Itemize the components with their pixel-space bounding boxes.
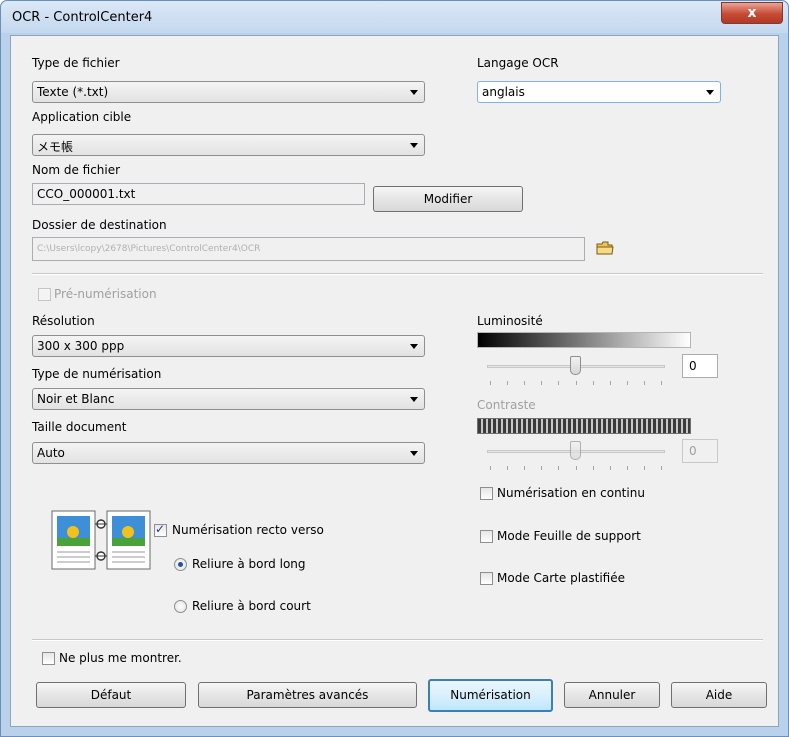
destination-field: C:\Users\lcopy\2678\Pictures\ControlCent… <box>32 237 585 261</box>
brightness-slider-thumb[interactable] <box>570 356 581 375</box>
ocr-language-select[interactable]: anglais <box>477 81 721 103</box>
resolution-label: Résolution <box>32 314 95 328</box>
chevron-down-icon <box>706 90 714 95</box>
dont-show-again-checkbox[interactable] <box>42 652 55 665</box>
target-app-label: Application cible <box>32 110 132 124</box>
resolution-value: 300 x 300 ppp <box>37 339 125 353</box>
doc-size-select[interactable]: Auto <box>32 442 425 464</box>
continuous-scan-label: Numérisation en continu <box>497 486 645 500</box>
modify-button[interactable]: Modifier <box>373 186 523 212</box>
chevron-down-icon <box>410 90 418 95</box>
file-type-label: Type de fichier <box>32 56 120 70</box>
file-type-select[interactable]: Texte (*.txt) <box>32 81 425 103</box>
contrast-value-field[interactable]: 0 <box>682 439 718 463</box>
advanced-settings-button[interactable]: Paramètres avancés <box>198 682 417 708</box>
chevron-down-icon <box>410 397 418 402</box>
window-title: OCR - ControlCenter4 <box>12 10 153 25</box>
dont-show-again-label: Ne plus me montrer. <box>59 651 182 665</box>
continuous-scan-checkbox[interactable] <box>480 487 493 500</box>
separator <box>32 639 763 641</box>
contrast-slider-ticks <box>490 466 662 471</box>
dialog-body: Type de fichier Texte (*.txt) Langage OC… <box>10 35 779 727</box>
chevron-down-icon <box>410 451 418 456</box>
doc-size-value: Auto <box>37 446 65 460</box>
file-name-value: CCO_000001.txt <box>37 187 136 201</box>
brightness-value: 0 <box>689 359 697 373</box>
duplex-checkbox[interactable] <box>154 522 167 537</box>
ocr-language-label: Langage OCR <box>477 56 559 70</box>
chevron-down-icon <box>410 344 418 349</box>
title-bar: OCR - ControlCenter4 x <box>1 1 788 33</box>
brightness-slider-ticks <box>490 381 662 386</box>
carrier-sheet-checkbox[interactable] <box>480 530 493 543</box>
plastic-card-checkbox[interactable] <box>480 572 493 585</box>
duplex-label: Numérisation recto verso <box>172 523 324 537</box>
scan-type-select[interactable]: Noir et Blanc <box>32 388 425 410</box>
scan-type-label: Type de numérisation <box>32 367 162 381</box>
file-type-value: Texte (*.txt) <box>37 85 109 99</box>
plastic-card-label: Mode Carte plastifiée <box>497 571 625 585</box>
help-button[interactable]: Aide <box>671 682 767 708</box>
destination-label: Dossier de destination <box>32 218 167 232</box>
scan-button[interactable]: Numérisation <box>428 679 553 712</box>
short-edge-label: Reliure à bord court <box>192 599 311 613</box>
contrast-label: Contraste <box>477 398 536 412</box>
prescan-checkbox[interactable] <box>38 288 51 301</box>
short-edge-radio[interactable] <box>174 600 187 613</box>
file-name-field: CCO_000001.txt <box>32 183 365 205</box>
file-name-label: Nom de fichier <box>32 163 121 177</box>
cancel-button[interactable]: Annuler <box>564 682 660 708</box>
dialog-window: OCR - ControlCenter4 x Type de fichier T… <box>0 0 789 737</box>
close-icon: x <box>747 5 757 21</box>
ocr-language-value: anglais <box>482 85 525 99</box>
contrast-slider-thumb[interactable] <box>570 441 581 460</box>
brightness-gradient <box>477 332 691 348</box>
brightness-value-field[interactable]: 0 <box>682 354 718 378</box>
prescan-label: Pré-numérisation <box>54 287 157 301</box>
resolution-select[interactable]: 300 x 300 ppp <box>32 335 425 357</box>
doc-size-label: Taille document <box>32 420 127 434</box>
folder-icon[interactable] <box>596 241 614 255</box>
default-button[interactable]: Défaut <box>36 682 186 708</box>
scan-type-value: Noir et Blanc <box>37 392 115 406</box>
separator <box>32 273 763 275</box>
long-edge-label: Reliure à bord long <box>192 557 306 571</box>
close-button[interactable]: x <box>721 2 783 24</box>
contrast-value: 0 <box>689 444 697 458</box>
duplex-pages-icon <box>51 510 151 570</box>
target-app-value: メモ帳 <box>37 140 74 154</box>
brightness-label: Luminosité <box>477 314 543 328</box>
contrast-pattern <box>477 418 691 434</box>
chevron-down-icon <box>410 143 418 148</box>
long-edge-radio[interactable] <box>174 558 187 571</box>
target-app-select[interactable]: メモ帳 <box>32 134 425 156</box>
carrier-sheet-label: Mode Feuille de support <box>497 529 641 543</box>
destination-value: C:\Users\lcopy\2678\Pictures\ControlCent… <box>37 244 261 254</box>
